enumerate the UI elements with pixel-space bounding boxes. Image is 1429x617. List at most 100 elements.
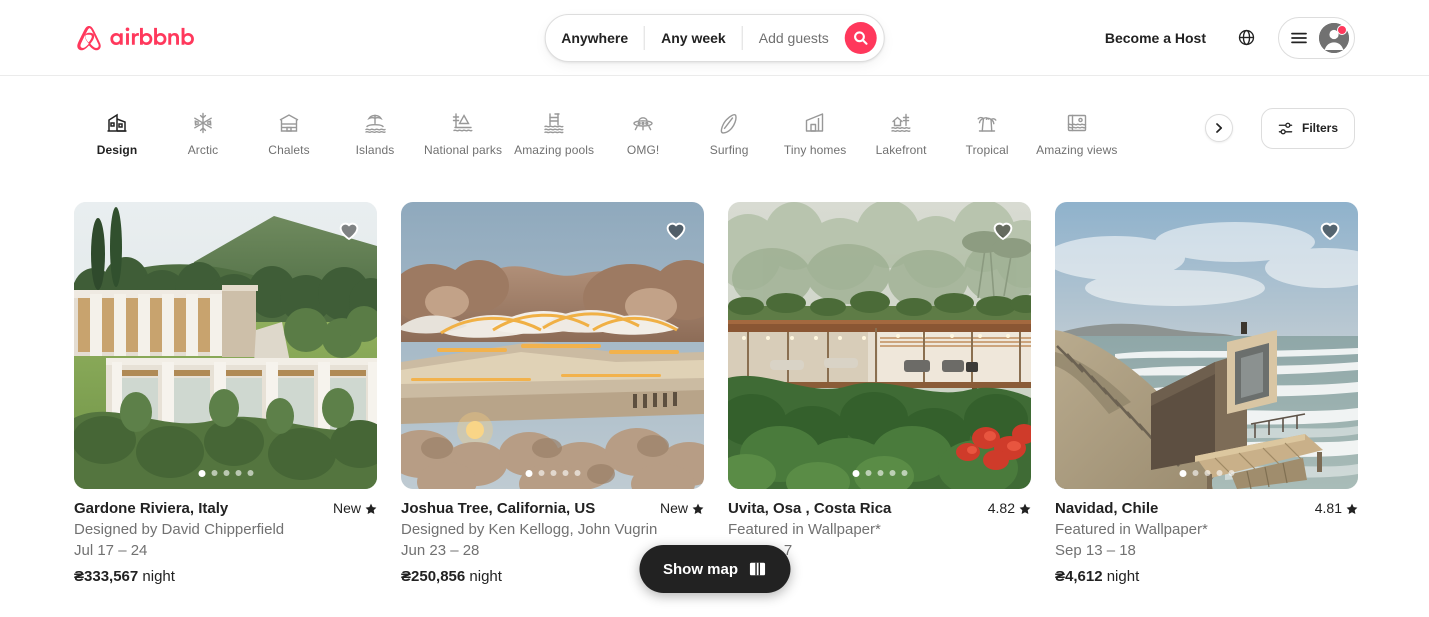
become-a-host-link[interactable]: Become a Host bbox=[1091, 18, 1220, 58]
image-carousel-dots[interactable] bbox=[1179, 470, 1234, 477]
listing-subtitle: Featured in Wallpaper* bbox=[1055, 521, 1208, 538]
listing-subtitle: Designed by David Chipperfield bbox=[74, 521, 285, 538]
map-icon bbox=[749, 562, 765, 576]
search-submit-button[interactable] bbox=[844, 22, 877, 54]
favorite-heart-icon[interactable] bbox=[337, 218, 361, 242]
island-palm-icon bbox=[365, 114, 386, 134]
filters-button[interactable]: Filters bbox=[1260, 107, 1355, 149]
search-bar[interactable]: Anywhere Any week Add guests bbox=[544, 14, 885, 62]
listing-card[interactable]: Joshua Tree, California, US New Designed… bbox=[401, 202, 704, 585]
category-label: Islands bbox=[355, 143, 395, 157]
category-lakefront[interactable]: Lakefront bbox=[858, 107, 944, 157]
listing-rating: 4.81 bbox=[1315, 499, 1358, 518]
carousel-dot[interactable] bbox=[901, 470, 907, 476]
show-map-button[interactable]: Show map bbox=[638, 545, 791, 593]
category-label: Lakefront bbox=[875, 143, 927, 157]
category-surfing[interactable]: Surfing bbox=[686, 107, 772, 157]
listing-image[interactable] bbox=[1055, 202, 1358, 489]
listing-image[interactable] bbox=[728, 202, 1031, 489]
listing-price-unit: night bbox=[142, 568, 175, 585]
listing-rating: New bbox=[333, 499, 377, 518]
amazing-views-icon bbox=[1067, 114, 1086, 132]
chevron-right-icon bbox=[1216, 123, 1223, 133]
carousel-dot[interactable] bbox=[852, 470, 859, 477]
favorite-heart-icon[interactable] bbox=[1318, 218, 1342, 242]
listing-card[interactable]: Uvita, Osa , Costa Rica 4.82 Featured in… bbox=[728, 202, 1031, 585]
listing-title-row: Gardone Riviera, Italy New bbox=[74, 499, 377, 518]
listing-image[interactable] bbox=[74, 202, 377, 489]
category-islands[interactable]: Islands bbox=[332, 107, 418, 157]
category-label: Amazing views bbox=[1036, 143, 1118, 157]
search-guests-segment[interactable]: Add guests bbox=[743, 14, 843, 62]
listing-card[interactable]: Gardone Riviera, Italy New Designed by D… bbox=[74, 202, 377, 585]
carousel-dot[interactable] bbox=[1204, 470, 1210, 476]
listing-photo-joshua-tree bbox=[401, 202, 704, 489]
carousel-dot[interactable] bbox=[550, 470, 556, 476]
airbnb-logo[interactable] bbox=[74, 22, 207, 54]
favorite-heart-icon[interactable] bbox=[991, 218, 1015, 242]
globe-icon bbox=[1238, 29, 1254, 46]
listing-price-unit: night bbox=[469, 568, 502, 585]
carousel-dot[interactable] bbox=[1179, 470, 1186, 477]
carousel-dot[interactable] bbox=[1192, 470, 1198, 476]
carousel-dot[interactable] bbox=[211, 470, 217, 476]
listing-price-amount: ₴250,856 bbox=[401, 568, 466, 585]
category-national-parks[interactable]: National parks bbox=[418, 107, 508, 157]
carousel-dot[interactable] bbox=[1216, 470, 1222, 476]
listing-dates: Jul 17 – 24 bbox=[74, 542, 148, 559]
carousel-dot[interactable] bbox=[538, 470, 544, 476]
avatar bbox=[1319, 22, 1349, 53]
category-omg[interactable]: OMG! bbox=[600, 107, 686, 157]
category-label: OMG! bbox=[626, 143, 660, 157]
language-globe-button[interactable] bbox=[1226, 18, 1266, 58]
carousel-dot[interactable] bbox=[865, 470, 871, 476]
category-tropical[interactable]: Tropical bbox=[944, 107, 1030, 157]
listing-image[interactable] bbox=[401, 202, 704, 489]
listing-price: ₴4,612 night bbox=[1055, 568, 1358, 585]
star-icon bbox=[692, 503, 704, 514]
image-carousel-dots[interactable] bbox=[198, 470, 253, 477]
favorite-heart-icon[interactable] bbox=[664, 218, 688, 242]
image-carousel-dots[interactable] bbox=[852, 470, 907, 477]
listing-card[interactable]: Navidad, Chile 4.81 Featured in Wallpape… bbox=[1055, 202, 1358, 585]
listing-subtitle: Featured in Wallpaper* bbox=[728, 521, 881, 538]
surfboard-icon bbox=[720, 113, 737, 134]
category-label: National parks bbox=[424, 143, 503, 157]
carousel-dot[interactable] bbox=[223, 470, 229, 476]
category-chalets[interactable]: Chalets bbox=[246, 107, 332, 157]
carousel-dot[interactable] bbox=[877, 470, 883, 476]
listing-price-amount: ₴4,612 bbox=[1055, 568, 1103, 585]
category-amazing-views[interactable]: Amazing views bbox=[1030, 107, 1123, 157]
category-design[interactable]: Design bbox=[74, 107, 160, 157]
listing-price-amount: ₴333,567 bbox=[74, 568, 139, 585]
filter-sliders-icon bbox=[1278, 122, 1293, 134]
notification-badge bbox=[1337, 24, 1347, 35]
listing-price: ₴333,567 night bbox=[74, 568, 377, 585]
search-dates-segment[interactable]: Any week bbox=[645, 14, 742, 62]
category-bar: Design Arctic Chalets Islands National p… bbox=[0, 76, 1429, 180]
carousel-dot[interactable] bbox=[1228, 470, 1234, 476]
carousel-dot[interactable] bbox=[562, 470, 568, 476]
carousel-dot[interactable] bbox=[889, 470, 895, 476]
category-label: Amazing pools bbox=[514, 143, 595, 157]
national-park-icon bbox=[452, 113, 473, 132]
carousel-dot[interactable] bbox=[198, 470, 205, 477]
category-next-button[interactable] bbox=[1204, 114, 1233, 142]
category-scroller[interactable]: Design Arctic Chalets Islands National p… bbox=[74, 99, 1199, 157]
search-location-segment[interactable]: Anywhere bbox=[545, 14, 644, 62]
design-building-icon bbox=[107, 113, 127, 132]
listing-photo-gardone bbox=[74, 202, 377, 489]
carousel-dot[interactable] bbox=[235, 470, 241, 476]
category-amazing-pools[interactable]: Amazing pools bbox=[508, 107, 600, 157]
category-label: Surfing bbox=[709, 143, 749, 157]
category-arctic[interactable]: Arctic bbox=[160, 107, 246, 157]
star-icon bbox=[1346, 503, 1358, 514]
category-tiny-homes[interactable]: Tiny homes bbox=[772, 107, 858, 157]
carousel-dot[interactable] bbox=[247, 470, 253, 476]
image-carousel-dots[interactable] bbox=[525, 470, 580, 477]
user-menu-button[interactable] bbox=[1278, 16, 1355, 59]
carousel-dot[interactable] bbox=[574, 470, 580, 476]
tiny-home-icon bbox=[805, 113, 824, 132]
carousel-dot[interactable] bbox=[525, 470, 532, 477]
listing-title-row: Joshua Tree, California, US New bbox=[401, 499, 704, 518]
